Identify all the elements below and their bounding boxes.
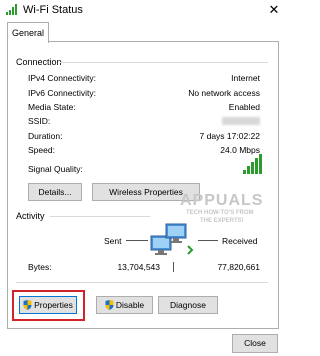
duration-label: Duration: (28, 131, 63, 141)
connection-divider (60, 62, 268, 63)
watermark-logo: APPUALS (180, 192, 264, 209)
activity-divider (50, 216, 150, 217)
diagnose-button[interactable]: Diagnose (158, 296, 218, 314)
signal-bar (259, 154, 262, 174)
disable-label: Disable (115, 300, 145, 310)
ipv4-label: IPv4 Connectivity: (28, 73, 97, 83)
ipv6-label: IPv6 Connectivity: (28, 88, 97, 98)
bytes-received-value: 77,820,661 (217, 262, 260, 272)
ipv4-value: Internet (231, 73, 260, 83)
signal-strength-icon (243, 154, 263, 174)
title-bar: Wi-Fi Status ✕ (0, 0, 286, 20)
bytes-sent-value: 13,704,543 (117, 262, 160, 272)
actions-divider (16, 282, 268, 283)
signal-bar (243, 170, 246, 174)
speed-label: Speed: (28, 145, 55, 155)
duration-value: 7 days 17:02:22 (199, 131, 261, 141)
sent-line (126, 240, 148, 241)
bytes-label: Bytes: (28, 262, 52, 272)
disable-button[interactable]: Disable (96, 296, 153, 314)
window-title: Wi-Fi Status (23, 4, 83, 16)
wifi-signal-icon (6, 4, 17, 15)
watermark-tagline-1: TECH HOW-TO'S FROM (186, 210, 254, 216)
tab-general[interactable]: General (7, 22, 49, 43)
close-icon[interactable]: ✕ (266, 2, 282, 18)
sent-label: Sent (104, 236, 122, 246)
received-label: Received (222, 236, 258, 246)
watermark-tagline-2: THE EXPERTS! (200, 218, 244, 224)
shield-icon (23, 300, 32, 310)
media-state-value: Enabled (228, 102, 260, 112)
signal-bar (247, 166, 250, 174)
received-line (198, 240, 218, 241)
connection-heading: Connection (16, 57, 62, 67)
activity-connector (173, 262, 174, 272)
signal-bar (251, 162, 254, 174)
shield-icon (105, 300, 114, 310)
properties-label: Properties (34, 300, 73, 310)
signal-quality-label: Signal Quality: (28, 164, 83, 174)
properties-button[interactable]: Properties (19, 296, 77, 314)
signal-bar (255, 158, 258, 174)
ipv6-value: No network access (188, 88, 260, 98)
activity-heading: Activity (16, 211, 45, 221)
ssid-value-redacted (222, 117, 260, 125)
ssid-label: SSID: (28, 116, 51, 126)
details-button[interactable]: Details... (28, 183, 82, 201)
speed-value: 24.0 Mbps (220, 145, 260, 155)
media-state-label: Media State: (28, 102, 76, 112)
close-button[interactable]: Close (232, 334, 278, 353)
network-computers-icon (150, 223, 194, 255)
